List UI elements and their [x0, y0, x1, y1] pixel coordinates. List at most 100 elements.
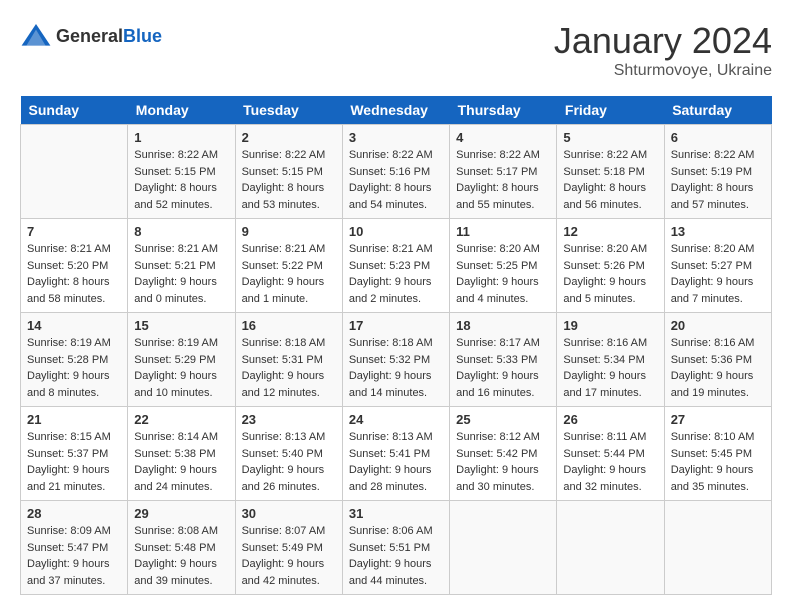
calendar-cell: 30Sunrise: 8:07 AMSunset: 5:49 PMDayligh… [235, 501, 342, 595]
day-info: Sunrise: 8:18 AMSunset: 5:32 PMDaylight:… [349, 335, 443, 401]
day-info: Sunrise: 8:18 AMSunset: 5:31 PMDaylight:… [242, 335, 336, 401]
day-info: Sunrise: 8:20 AMSunset: 5:27 PMDaylight:… [671, 241, 765, 307]
day-info: Sunrise: 8:22 AMSunset: 5:19 PMDaylight:… [671, 147, 765, 213]
day-number: 28 [27, 506, 121, 521]
day-info: Sunrise: 8:11 AMSunset: 5:44 PMDaylight:… [563, 429, 657, 495]
logo: GeneralBlue [20, 20, 162, 52]
calendar-cell: 25Sunrise: 8:12 AMSunset: 5:42 PMDayligh… [450, 407, 557, 501]
day-info: Sunrise: 8:20 AMSunset: 5:25 PMDaylight:… [456, 241, 550, 307]
day-number: 15 [134, 318, 228, 333]
calendar-cell: 22 Sunrise: 8:14 AMSunset: 5:38 PMDayligh… [128, 407, 235, 501]
day-info: Sunrise: 8:17 AMSunset: 5:33 PMDaylight:… [456, 335, 550, 401]
calendar-week-row: 21 Sunrise: 8:15 AMSunset: 5:37 PMDayligh… [21, 407, 772, 501]
day-number: 22 [134, 412, 228, 427]
calendar-cell: 2 Sunrise: 8:22 AMSunset: 5:15 PMDaylight… [235, 125, 342, 219]
calendar-cell: 4Sunrise: 8:22 AMSunset: 5:17 PMDaylight… [450, 125, 557, 219]
day-info: Sunrise: 8:13 AMSunset: 5:41 PMDaylight:… [349, 429, 443, 495]
calendar-cell: 15Sunrise: 8:19 AMSunset: 5:29 PMDayligh… [128, 313, 235, 407]
day-info: Sunrise: 8:22 AMSunset: 5:18 PMDaylight:… [563, 147, 657, 213]
calendar-week-row: 7 Sunrise: 8:21 AMSunset: 5:20 PMDaylight… [21, 219, 772, 313]
day-info: Sunrise: 8:21 AMSunset: 5:23 PMDaylight:… [349, 241, 443, 307]
location: Shturmovoye, Ukraine [554, 62, 772, 80]
calendar-cell: 16Sunrise: 8:18 AMSunset: 5:31 PMDayligh… [235, 313, 342, 407]
day-info: Sunrise: 8:07 AMSunset: 5:49 PMDaylight:… [242, 523, 336, 589]
calendar-week-row: 28Sunrise: 8:09 AMSunset: 5:47 PMDayligh… [21, 501, 772, 595]
calendar-cell: 7 Sunrise: 8:21 AMSunset: 5:20 PMDaylight… [21, 219, 128, 313]
calendar-cell: 14Sunrise: 8:19 AMSunset: 5:28 PMDayligh… [21, 313, 128, 407]
calendar-header-row: SundayMondayTuesdayWednesdayThursdayFrid… [21, 96, 772, 125]
calendar-cell: 31Sunrise: 8:06 AMSunset: 5:51 PMDayligh… [342, 501, 449, 595]
day-number: 23 [242, 412, 336, 427]
day-number: 1 [134, 130, 228, 145]
day-info: Sunrise: 8:06 AMSunset: 5:51 PMDaylight:… [349, 523, 443, 589]
day-number: 9 [242, 224, 336, 239]
day-number: 24 [349, 412, 443, 427]
calendar-cell: 27 Sunrise: 8:10 AMSunset: 5:45 PMDayligh… [664, 407, 771, 501]
calendar-cell: 29Sunrise: 8:08 AMSunset: 5:48 PMDayligh… [128, 501, 235, 595]
calendar-cell: 23 Sunrise: 8:13 AMSunset: 5:40 PMDayligh… [235, 407, 342, 501]
logo-icon [20, 20, 52, 52]
title-block: January 2024 Shturmovoye, Ukraine [554, 20, 772, 80]
calendar-cell: 28Sunrise: 8:09 AMSunset: 5:47 PMDayligh… [21, 501, 128, 595]
calendar-cell: 24 Sunrise: 8:13 AMSunset: 5:41 PMDayligh… [342, 407, 449, 501]
calendar-cell: 9 Sunrise: 8:21 AMSunset: 5:22 PMDaylight… [235, 219, 342, 313]
day-number: 2 [242, 130, 336, 145]
calendar-cell: 21 Sunrise: 8:15 AMSunset: 5:37 PMDayligh… [21, 407, 128, 501]
calendar-cell: 8Sunrise: 8:21 AMSunset: 5:21 PMDaylight… [128, 219, 235, 313]
day-number: 5 [563, 130, 657, 145]
day-info: Sunrise: 8:21 AMSunset: 5:21 PMDaylight:… [134, 241, 228, 307]
day-number: 3 [349, 130, 443, 145]
day-info: Sunrise: 8:21 AMSunset: 5:20 PMDaylight:… [27, 241, 121, 307]
header-wednesday: Wednesday [342, 96, 449, 125]
logo-blue: Blue [123, 26, 162, 46]
calendar-cell [450, 501, 557, 595]
calendar-cell: 20 Sunrise: 8:16 AMSunset: 5:36 PMDayligh… [664, 313, 771, 407]
logo-text: GeneralBlue [56, 26, 162, 47]
header-tuesday: Tuesday [235, 96, 342, 125]
day-number: 27 [671, 412, 765, 427]
day-info: Sunrise: 8:15 AMSunset: 5:37 PMDaylight:… [27, 429, 121, 495]
day-number: 12 [563, 224, 657, 239]
day-number: 10 [349, 224, 443, 239]
month-year: January 2024 [554, 20, 772, 62]
day-number: 18 [456, 318, 550, 333]
calendar-cell: 6 Sunrise: 8:22 AMSunset: 5:19 PMDaylight… [664, 125, 771, 219]
calendar-cell: 12 Sunrise: 8:20 AMSunset: 5:26 PMDayligh… [557, 219, 664, 313]
calendar-table: SundayMondayTuesdayWednesdayThursdayFrid… [20, 96, 772, 595]
day-info: Sunrise: 8:22 AMSunset: 5:15 PMDaylight:… [242, 147, 336, 213]
calendar-cell: 3Sunrise: 8:22 AMSunset: 5:16 PMDaylight… [342, 125, 449, 219]
day-number: 4 [456, 130, 550, 145]
day-number: 17 [349, 318, 443, 333]
day-number: 11 [456, 224, 550, 239]
day-number: 6 [671, 130, 765, 145]
calendar-cell [21, 125, 128, 219]
day-number: 7 [27, 224, 121, 239]
header-monday: Monday [128, 96, 235, 125]
calendar-cell [664, 501, 771, 595]
calendar-cell: 1 Sunrise: 8:22 AMSunset: 5:15 PMDaylight… [128, 125, 235, 219]
day-info: Sunrise: 8:13 AMSunset: 5:40 PMDaylight:… [242, 429, 336, 495]
day-info: Sunrise: 8:08 AMSunset: 5:48 PMDaylight:… [134, 523, 228, 589]
day-info: Sunrise: 8:19 AMSunset: 5:28 PMDaylight:… [27, 335, 121, 401]
day-info: Sunrise: 8:10 AMSunset: 5:45 PMDaylight:… [671, 429, 765, 495]
calendar-cell: 13 Sunrise: 8:20 AMSunset: 5:27 PMDayligh… [664, 219, 771, 313]
day-info: Sunrise: 8:16 AMSunset: 5:36 PMDaylight:… [671, 335, 765, 401]
day-number: 13 [671, 224, 765, 239]
header-thursday: Thursday [450, 96, 557, 125]
calendar-cell: 19Sunrise: 8:16 AMSunset: 5:34 PMDayligh… [557, 313, 664, 407]
day-info: Sunrise: 8:14 AMSunset: 5:38 PMDaylight:… [134, 429, 228, 495]
header-sunday: Sunday [21, 96, 128, 125]
day-info: Sunrise: 8:20 AMSunset: 5:26 PMDaylight:… [563, 241, 657, 307]
day-info: Sunrise: 8:21 AMSunset: 5:22 PMDaylight:… [242, 241, 336, 307]
day-number: 26 [563, 412, 657, 427]
day-number: 20 [671, 318, 765, 333]
calendar-cell: 18 Sunrise: 8:17 AMSunset: 5:33 PMDayligh… [450, 313, 557, 407]
page-header: GeneralBlue January 2024 Shturmovoye, Uk… [20, 20, 772, 80]
day-number: 21 [27, 412, 121, 427]
calendar-cell [557, 501, 664, 595]
day-number: 19 [563, 318, 657, 333]
calendar-cell: 17 Sunrise: 8:18 AMSunset: 5:32 PMDayligh… [342, 313, 449, 407]
calendar-cell: 5 Sunrise: 8:22 AMSunset: 5:18 PMDaylight… [557, 125, 664, 219]
day-info: Sunrise: 8:22 AMSunset: 5:15 PMDaylight:… [134, 147, 228, 213]
calendar-week-row: 1 Sunrise: 8:22 AMSunset: 5:15 PMDaylight… [21, 125, 772, 219]
